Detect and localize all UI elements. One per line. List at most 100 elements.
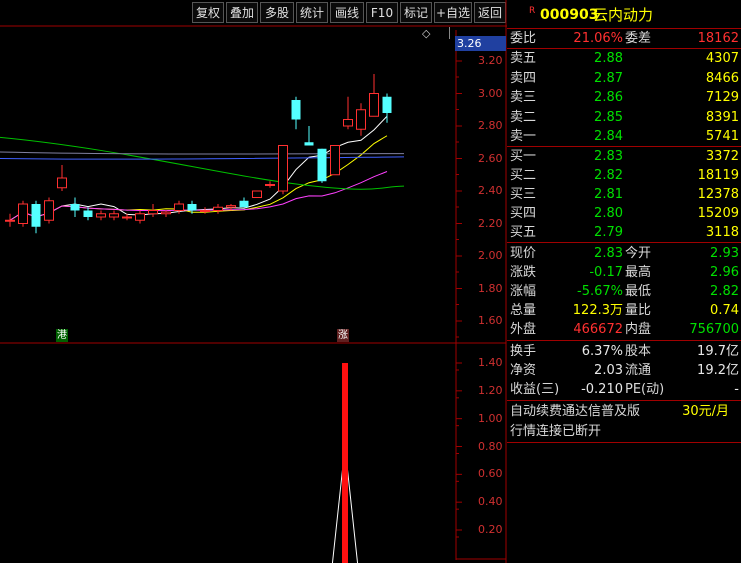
ma120-line — [0, 156, 405, 160]
indicator-line — [331, 446, 359, 563]
bid-volume: 3372 — [705, 149, 739, 164]
candle — [18, 200, 28, 227]
price-tick-label: 1.60 — [478, 314, 503, 327]
candle — [109, 210, 119, 221]
ask-label: 卖四 — [510, 70, 537, 86]
ask-price: 2.85 — [594, 109, 623, 125]
candle — [369, 74, 379, 117]
bid-volume: 15209 — [697, 206, 739, 221]
bid-label: 买二 — [510, 168, 537, 183]
ask-volume: 8391 — [705, 109, 739, 125]
fund-row-3: 收益(三) -0.210 PE(动) - — [510, 382, 739, 397]
candle — [239, 197, 249, 208]
indicator-tick-label: 1.20 — [478, 383, 503, 397]
moving-averages — [0, 115, 405, 221]
candle — [252, 190, 262, 198]
ma250-line — [0, 151, 405, 155]
current-price: 2.83 — [594, 246, 623, 261]
fund-row-1: 换手 6.37% 股本 19.7亿 — [510, 344, 739, 359]
bid-price: 2.79 — [594, 225, 623, 240]
price-tick-label: 2.40 — [478, 184, 503, 197]
indicator-tick-label: 0.40 — [478, 495, 503, 509]
bid-row: 买四 2.80 15209 — [507, 204, 741, 223]
price-tick-label: 1.80 — [478, 281, 503, 295]
candle — [31, 200, 41, 234]
ask-row: 卖五 2.88 4307 — [507, 49, 741, 68]
price-tick-label: 2.00 — [478, 249, 503, 262]
quote-row-5: 外盘 466672 内盘 756700 — [510, 322, 739, 337]
diamond-icon[interactable]: ◇ — [422, 27, 430, 40]
bid-price: 2.82 — [594, 168, 623, 183]
kline-chart[interactable] — [0, 0, 507, 563]
ask-label: 卖三 — [510, 90, 537, 105]
hk-marker[interactable]: 港 — [56, 329, 68, 342]
limit-up-marker[interactable]: 涨 — [337, 329, 349, 342]
ask-volume: 4307 — [705, 51, 739, 66]
candle — [213, 204, 223, 214]
promo-text[interactable]: 自动续费通达信普及版 — [510, 402, 640, 421]
bid-volume: 18119 — [697, 168, 739, 183]
candle — [343, 96, 353, 130]
bid-row: 买一 2.83 3372 — [507, 147, 741, 166]
price-tick-label: 2.20 — [478, 216, 503, 230]
connection-status: 行情连接已断开 — [510, 424, 602, 439]
ask-volume: 5741 — [705, 129, 739, 144]
candle — [356, 103, 366, 136]
ask-row: 卖三 2.86 7129 — [507, 88, 741, 107]
ask-price: 2.87 — [594, 70, 623, 86]
stock-name: 云内动力 — [593, 6, 654, 24]
indicator-tick-label: 1.40 — [478, 356, 503, 369]
candle — [304, 126, 314, 146]
ask-price: 2.86 — [594, 90, 623, 105]
promo-price[interactable]: 30元/月 — [682, 402, 729, 421]
candle — [330, 145, 340, 176]
fund-row-2: 净资 2.03 流通 19.2亿 — [510, 363, 739, 378]
quote-row-2: 涨跌 -0.17 最高 2.96 — [510, 265, 739, 280]
weibi-value: 21.06% — [573, 31, 623, 46]
candle — [317, 148, 327, 183]
candle — [70, 197, 80, 217]
candle — [57, 165, 67, 191]
bid-label: 买一 — [510, 149, 537, 164]
indicator-pane — [331, 363, 359, 563]
axis-ticks — [456, 60, 462, 538]
ask-label: 卖五 — [510, 51, 537, 66]
bid-price: 2.81 — [594, 187, 623, 202]
candle — [278, 145, 288, 195]
current-price-tag: 3.26 — [455, 36, 506, 51]
bid-row: 买三 2.81 12378 — [507, 185, 741, 204]
price-tick-label: 2.60 — [478, 151, 503, 165]
promo-banner[interactable]: 自动续费通达信普及版 30元/月 — [507, 402, 741, 422]
scroll-handle[interactable] — [439, 27, 450, 39]
quote-panel: R 000903 云内动力 委比 21.06% 委差 18162 卖五 2.88 4… — [507, 0, 741, 563]
candle — [83, 207, 93, 221]
indicator-tick-label: 0.80 — [478, 439, 503, 453]
ask-volume: 7129 — [705, 90, 739, 105]
price-tick-label: 2.80 — [478, 119, 503, 132]
bid-price: 2.83 — [594, 149, 623, 164]
quote-row-4: 总量 122.3万 量比 0.74 — [510, 303, 739, 318]
ask-row: 卖四 2.87 8466 — [507, 69, 741, 88]
indicator-tick-label: 0.20 — [478, 523, 503, 536]
price-tick-label: 3.00 — [478, 86, 503, 100]
candle — [135, 210, 145, 224]
price-tick-label: 3.20 — [478, 54, 503, 67]
quote-row-1: 现价 2.83 今开 2.93 — [510, 246, 739, 261]
ask-row: 卖一 2.84 5741 — [507, 127, 741, 146]
ask-volume: 8466 — [705, 70, 739, 86]
quote-row-3: 涨幅 -5.67% 最低 2.82 — [510, 284, 739, 299]
candle — [291, 96, 301, 130]
indicator-tick-label: 0.60 — [478, 467, 503, 481]
weicha-value: 18162 — [697, 31, 739, 46]
ask-label: 卖一 — [510, 129, 537, 144]
candle — [382, 93, 392, 123]
weibi-label: 委比 — [510, 31, 537, 46]
candle — [148, 204, 158, 217]
weibi-row: 委比 21.06% 委差 18162 — [507, 29, 741, 48]
candle — [44, 197, 54, 224]
candle — [265, 181, 275, 188]
ask-price: 2.84 — [594, 129, 623, 144]
candle — [96, 210, 106, 221]
weicha-label: 委差 — [625, 31, 652, 46]
status-row: 行情连接已断开 — [507, 422, 741, 441]
